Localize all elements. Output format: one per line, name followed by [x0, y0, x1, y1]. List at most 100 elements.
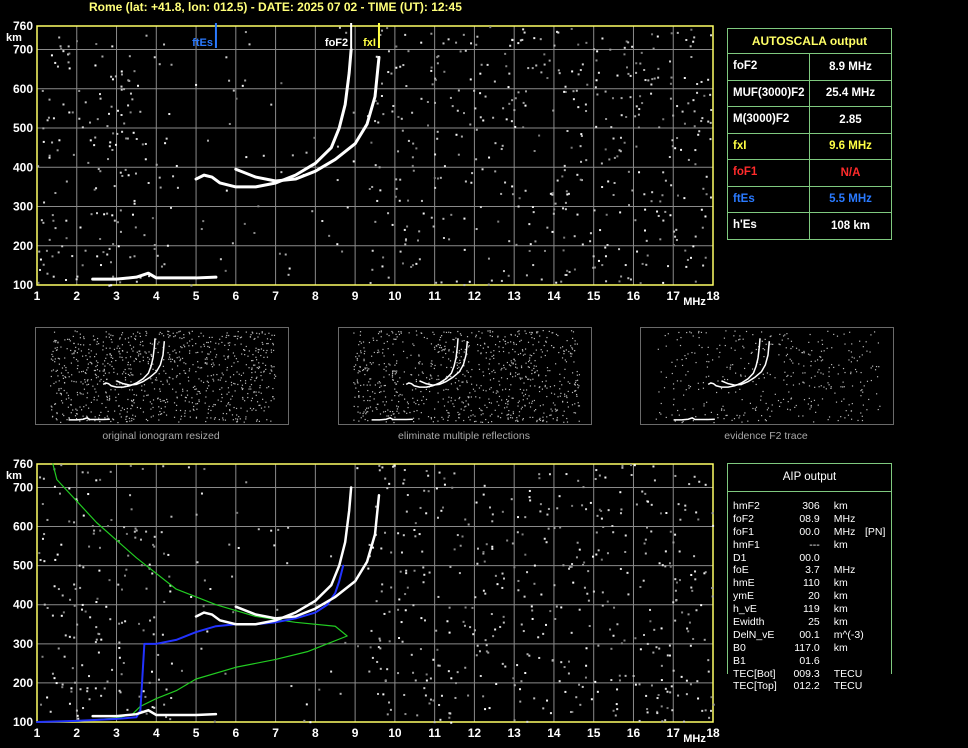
noise-dot [792, 362, 794, 364]
noise-dot [751, 351, 753, 353]
noise-dot [379, 639, 382, 642]
noise-dot [115, 359, 117, 362]
noise-dot [193, 405, 195, 408]
noise-dot [446, 620, 449, 623]
noise-dot [767, 407, 770, 409]
noise-dot [95, 377, 98, 379]
noise-dot [127, 554, 130, 557]
noise-dot [142, 690, 145, 693]
noise-dot [79, 337, 81, 339]
noise-dot [529, 243, 532, 246]
noise-dot [105, 605, 108, 608]
noise-dot [395, 391, 397, 393]
noise-dot [259, 404, 261, 406]
noise-dot [530, 355, 533, 357]
noise-dot [676, 359, 678, 361]
noise-dot [346, 206, 349, 209]
noise-dot [700, 208, 703, 211]
noise-dot [646, 526, 649, 529]
x-tick-label: 15 [587, 289, 601, 303]
noise-dot [263, 356, 265, 358]
noise-dot [479, 344, 482, 347]
noise-dot [121, 130, 124, 133]
noise-dot [688, 621, 691, 624]
noise-dot [809, 333, 811, 336]
noise-dot [402, 350, 405, 352]
noise-dot [694, 352, 696, 354]
noise-dot [553, 346, 555, 349]
noise-dot [245, 345, 247, 348]
noise-dot [870, 367, 872, 369]
x-tick-label: 3 [113, 726, 120, 740]
noise-dot [95, 638, 98, 641]
noise-dot [82, 383, 84, 385]
noise-dot [75, 358, 78, 361]
noise-dot [589, 501, 592, 504]
noise-dot [184, 372, 187, 375]
noise-dot [592, 255, 595, 258]
noise-dot [558, 680, 561, 683]
noise-dot [192, 345, 194, 347]
y-tick-label: 300 [13, 637, 33, 651]
noise-dot [879, 405, 881, 407]
noise-dot [532, 344, 534, 346]
aip-name: ymE [733, 590, 754, 603]
noise-dot [493, 369, 495, 371]
noise-dot [635, 105, 638, 108]
noise-dot [191, 338, 193, 340]
noise-dot [108, 399, 110, 401]
noise-dot [510, 360, 512, 362]
noise-dot [75, 417, 78, 420]
noise-dot [248, 388, 250, 390]
noise-dot [53, 331, 56, 333]
noise-dot [710, 696, 713, 699]
noise-dot [163, 370, 165, 372]
noise-dot [662, 219, 665, 222]
noise-dot [578, 420, 580, 422]
noise-dot [115, 396, 117, 398]
noise-dot [257, 528, 260, 531]
noise-dot [635, 71, 638, 74]
noise-dot [413, 401, 415, 403]
noise-dot [195, 343, 197, 345]
noise-dot [660, 627, 663, 630]
noise-dot [448, 415, 450, 417]
noise-dot [328, 234, 331, 237]
noise-dot [236, 371, 238, 373]
marker-label: foF2 [325, 37, 348, 49]
noise-dot [133, 70, 136, 73]
noise-dot [492, 116, 495, 119]
noise-dot [442, 349, 444, 351]
noise-dot [206, 358, 208, 360]
noise-dot [153, 56, 156, 59]
noise-dot [563, 410, 565, 412]
noise-dot [57, 375, 59, 377]
noise-dot [171, 358, 174, 360]
noise-dot [504, 336, 506, 338]
noise-dot [258, 391, 260, 393]
noise-dot [130, 508, 133, 511]
noise-dot [516, 335, 519, 338]
noise-dot [443, 349, 445, 351]
noise-dot [231, 575, 234, 578]
noise-dot [563, 164, 566, 167]
noise-dot [525, 389, 528, 391]
noise-dot [478, 368, 481, 370]
noise-dot [810, 377, 813, 379]
noise-dot [358, 396, 360, 398]
noise-dot [180, 346, 182, 348]
noise-dot [761, 340, 763, 342]
noise-dot [43, 560, 46, 563]
aip-unit: km [833, 603, 848, 616]
noise-dot [261, 332, 263, 334]
noise-dot [531, 617, 534, 620]
noise-dot [99, 529, 102, 532]
noise-dot [521, 533, 524, 536]
noise-dot [203, 345, 206, 347]
noise-dot [686, 627, 689, 630]
noise-dot [709, 121, 712, 124]
noise-dot [534, 360, 536, 362]
noise-dot [524, 553, 527, 556]
noise-dot [391, 371, 394, 373]
noise-dot [206, 387, 209, 389]
